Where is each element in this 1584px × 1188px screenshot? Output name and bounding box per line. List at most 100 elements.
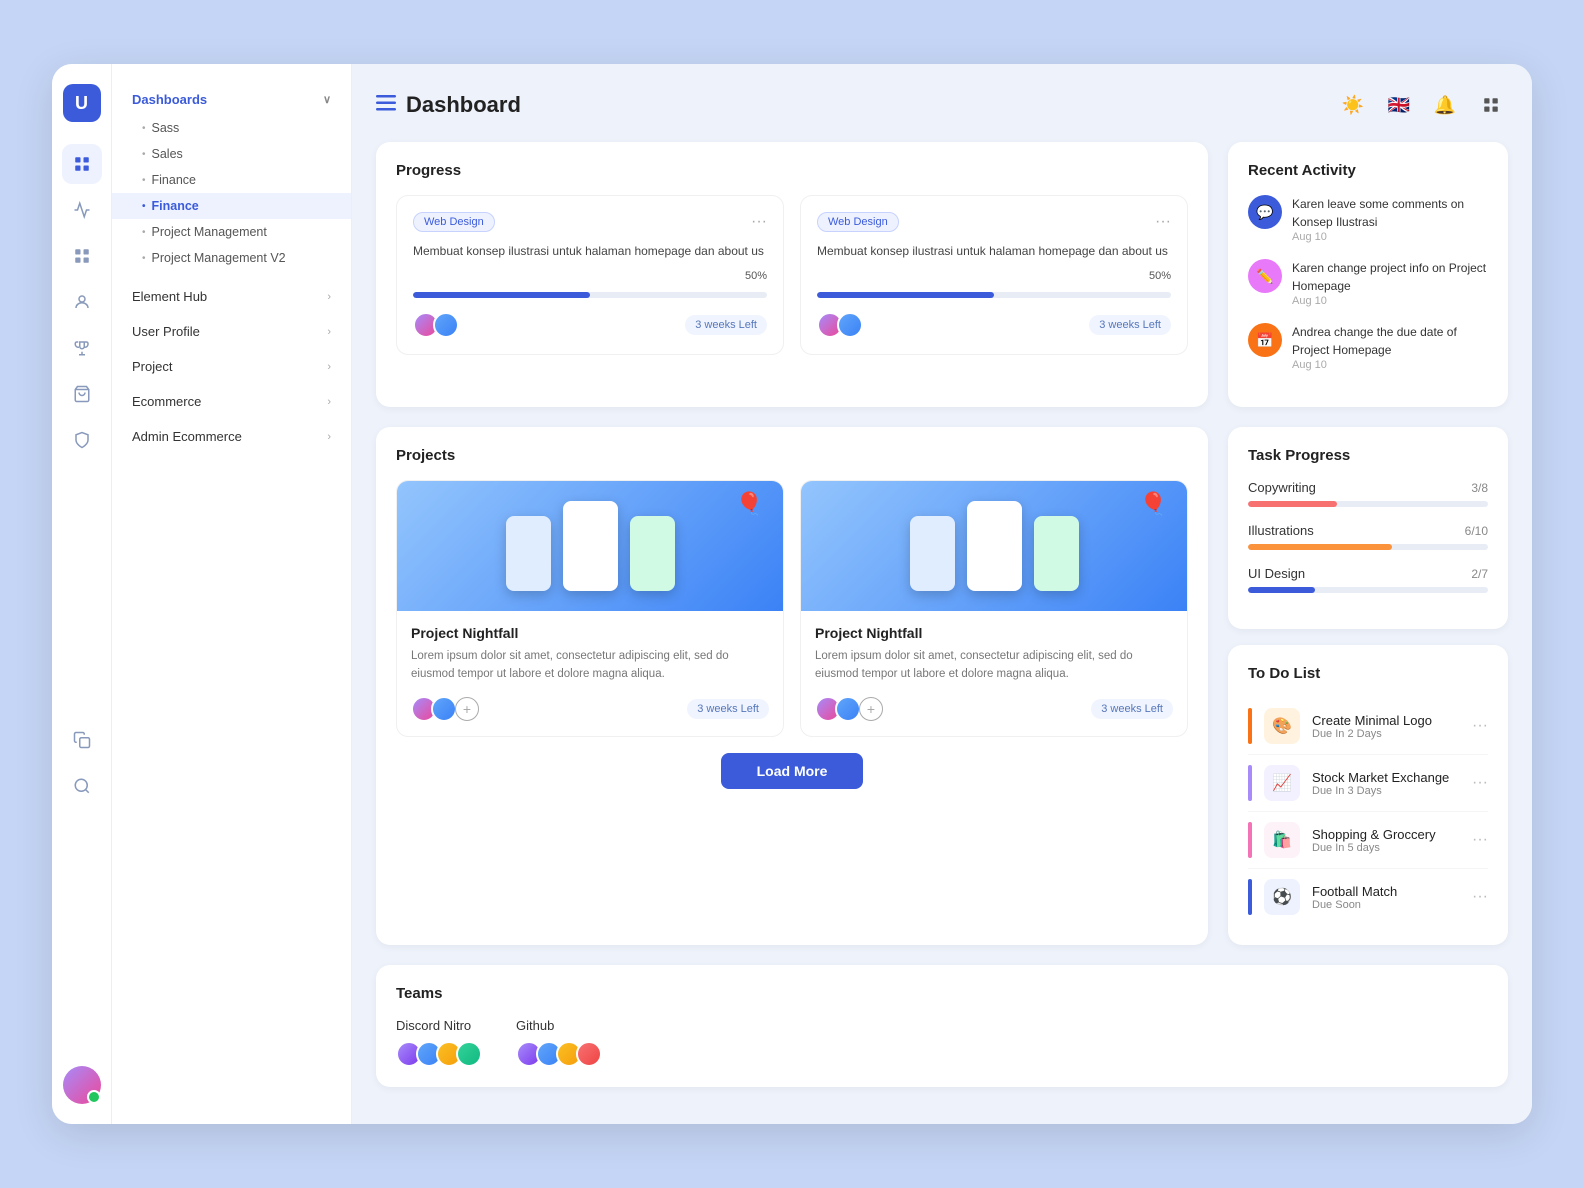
hamburger-icon[interactable] [376, 94, 396, 117]
sidebar-item-finance1[interactable]: Finance [112, 167, 351, 193]
task-bar-fill-illustrations [1248, 544, 1392, 550]
main-content: Dashboard ☀️ 🇬🇧 🔔 Progress [352, 64, 1532, 1124]
progress-card-2-header: Web Design ··· [817, 212, 1171, 232]
add-member-btn-2[interactable]: + [859, 697, 883, 721]
sidebar-nav-user-profile[interactable]: User Profile › [112, 314, 351, 349]
dashboards-label: Dashboards [132, 92, 207, 107]
teams-title: Teams [396, 985, 1488, 1002]
progress-card-1-header: Web Design ··· [413, 212, 767, 232]
task-name-copywriting: Copywriting [1248, 480, 1316, 495]
project-img-2: 🎈 [801, 481, 1187, 611]
avatar-2b [837, 312, 863, 338]
sidebar-nav-element-hub[interactable]: Element Hub › [112, 279, 351, 314]
todo-more-logo[interactable]: ··· [1472, 717, 1488, 735]
todo-icon-shopping: 🛍️ [1264, 822, 1300, 858]
flag-icon[interactable]: 🇬🇧 [1382, 88, 1416, 122]
progress-more-2[interactable]: ··· [1155, 213, 1171, 231]
sidebar-nav-admin-ecommerce[interactable]: Admin Ecommerce › [112, 419, 351, 454]
add-member-btn-1[interactable]: + [455, 697, 479, 721]
task-count-copywriting: 3/8 [1471, 481, 1488, 495]
todo-item-football: ⚽ Football Match Due Soon ··· [1248, 869, 1488, 925]
sidebar: Dashboards ∨ Sass Sales Finance Finance … [112, 64, 352, 1124]
sidebar-item-finance2[interactable]: Finance [112, 193, 351, 219]
user-profile-label: User Profile [132, 324, 200, 339]
sidebar-icon-bag[interactable] [62, 374, 102, 414]
bell-icon[interactable]: 🔔 [1428, 88, 1462, 122]
sidebar-icon-activity[interactable] [62, 190, 102, 230]
load-more-button[interactable]: Load More [721, 753, 864, 789]
teams-card: Teams Discord Nitro Github [376, 965, 1508, 1087]
team-github-name: Github [516, 1018, 596, 1033]
sidebar-item-pm[interactable]: Project Management [112, 219, 351, 245]
activity-avatar-1: 💬 [1248, 195, 1282, 229]
todo-more-football[interactable]: ··· [1472, 888, 1488, 906]
todo-item-logo: 🎨 Create Minimal Logo Due In 2 Days ··· [1248, 698, 1488, 755]
team-github-avatars [516, 1041, 596, 1067]
todo-icon-logo: 🎨 [1264, 708, 1300, 744]
app-logo[interactable]: U [63, 84, 101, 122]
project-cards-row: 🎈 Project Nightfall Lorem ipsum dolor si… [396, 480, 1188, 737]
progress-item-2: Web Design ··· Membuat konsep ilustrasi … [800, 195, 1188, 355]
user-avatar[interactable] [63, 1066, 101, 1104]
user-profile-chevron: › [327, 326, 331, 338]
todo-more-shopping[interactable]: ··· [1472, 831, 1488, 849]
github-av4 [576, 1041, 602, 1067]
activity-content-2: Karen change project info on Project Hom… [1292, 259, 1488, 307]
sidebar-item-pm2[interactable]: Project Management V2 [112, 245, 351, 271]
todo-bar-logo [1248, 708, 1252, 744]
recent-activity-title: Recent Activity [1248, 162, 1488, 179]
progress-title: Progress [396, 162, 1188, 179]
main-header: Dashboard ☀️ 🇬🇧 🔔 [376, 88, 1508, 122]
task-count-uidesign: 2/7 [1471, 567, 1488, 581]
progress-desc-2: Membuat konsep ilustrasi untuk halaman h… [817, 242, 1171, 260]
dashboards-chevron: ∨ [323, 93, 331, 106]
project-title-2: Project Nightfall [815, 625, 1173, 641]
dashboards-menu[interactable]: Dashboards ∨ [112, 84, 351, 115]
sidebar-icon-trophy[interactable] [62, 328, 102, 368]
progress-bar-fill-2 [817, 292, 994, 298]
projects-title: Projects [396, 447, 1188, 464]
project-img-inner-2: 🎈 [801, 481, 1187, 611]
sidebar-nav-project[interactable]: Project › [112, 349, 351, 384]
team-discord-avatars [396, 1041, 476, 1067]
project-chevron: › [327, 361, 331, 373]
sidebar-icon-search[interactable] [62, 766, 102, 806]
sidebar-icon-grid[interactable] [62, 236, 102, 276]
sidebar-icon-copy[interactable] [62, 720, 102, 760]
sidebar-nav-ecommerce[interactable]: Ecommerce › [112, 384, 351, 419]
progress-avatars-2 [817, 312, 857, 338]
apps-icon[interactable] [1474, 88, 1508, 122]
project-label: Project [132, 359, 172, 374]
progress-pct-1: 50% [413, 270, 767, 282]
project-footer-2: + 3 weeks Left [815, 696, 1173, 722]
activity-avatar-3: 📅 [1248, 323, 1282, 357]
todo-icon-football: ⚽ [1264, 879, 1300, 915]
todo-title-stock: Stock Market Exchange [1312, 770, 1460, 785]
progress-footer-1: 3 weeks Left [413, 312, 767, 338]
todo-title: To Do List [1248, 665, 1488, 682]
team-github: Github [516, 1018, 596, 1067]
todo-card: To Do List 🎨 Create Minimal Logo Due In … [1228, 645, 1508, 945]
todo-bar-football [1248, 879, 1252, 915]
activity-avatar-2: ✏️ [1248, 259, 1282, 293]
admin-ecommerce-chevron: › [327, 431, 331, 443]
sidebar-icon-person[interactable] [62, 282, 102, 322]
phone-mock-1b [563, 501, 618, 591]
sidebar-item-sass[interactable]: Sass [112, 115, 351, 141]
progress-more-1[interactable]: ··· [751, 213, 767, 231]
sidebar-icon-shield[interactable] [62, 420, 102, 460]
sun-icon[interactable]: ☀️ [1336, 88, 1370, 122]
sidebar-item-sales[interactable]: Sales [112, 141, 351, 167]
project-title-1: Project Nightfall [411, 625, 769, 641]
phone-mock-1c [630, 516, 675, 591]
avatar-1b [433, 312, 459, 338]
todo-icon-stock: 📈 [1264, 765, 1300, 801]
load-more-container: Load More [396, 753, 1188, 789]
todo-more-stock[interactable]: ··· [1472, 774, 1488, 792]
activity-item-2: ✏️ Karen change project info on Project … [1248, 259, 1488, 307]
progress-card: Progress Web Design ··· Membuat konsep i… [376, 142, 1208, 407]
sidebar-icon-dashboard[interactable] [62, 144, 102, 184]
team-discord: Discord Nitro [396, 1018, 476, 1067]
progress-time-2: 3 weeks Left [1089, 315, 1171, 335]
todo-due-stock: Due In 3 Days [1312, 785, 1460, 797]
